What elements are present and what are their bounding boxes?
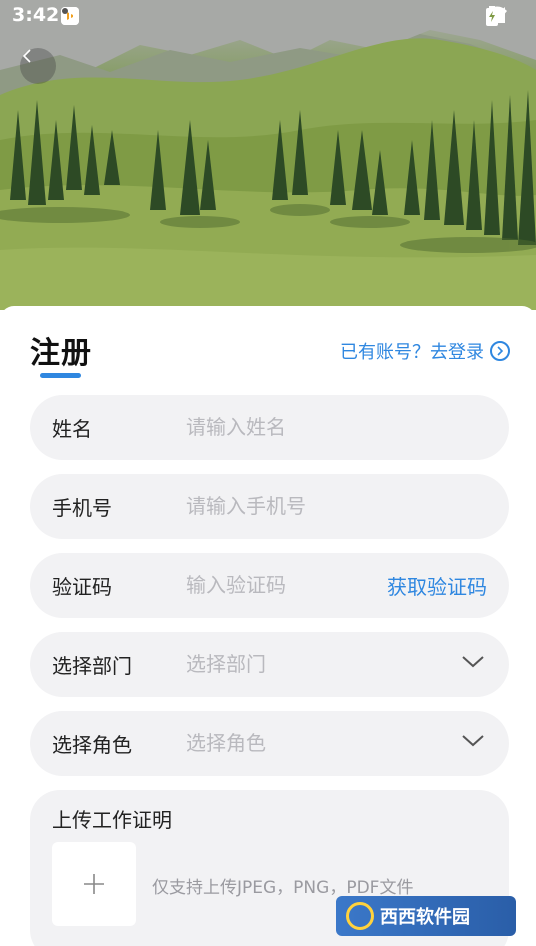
code-label: 验证码 — [52, 575, 112, 599]
landscape-illustration — [0, 0, 536, 310]
status-time: 3:42 — [12, 4, 60, 26]
page-title: 注册 — [30, 336, 92, 371]
phone-label: 手机号 — [52, 496, 112, 520]
role-input[interactable] — [186, 723, 386, 763]
name-input[interactable] — [186, 407, 386, 447]
role-label: 选择角色 — [52, 733, 132, 757]
chevron-down-icon — [462, 656, 484, 668]
watermark-logo: 西西软件园 — [336, 896, 516, 936]
department-select[interactable]: 选择部门 — [30, 632, 509, 697]
chevron-left-icon — [22, 49, 31, 63]
back-button[interactable] — [20, 48, 56, 84]
title-underline — [40, 373, 81, 378]
notification-icons — [60, 6, 192, 26]
upload-button[interactable] — [52, 842, 136, 926]
upload-hint: 仅支持上传JPEG，PNG，PDF文件 — [152, 878, 414, 898]
dot-icon — [62, 6, 192, 26]
watermark-c-icon — [346, 902, 374, 930]
app-icon-2 — [61, 6, 136, 26]
voice-wave-icon — [61, 6, 164, 26]
status-bar: 3:42 — [0, 0, 536, 32]
name-label: 姓名 — [52, 417, 92, 441]
phone-input[interactable] — [186, 486, 386, 526]
watermark-text: 西西软件园 — [380, 907, 470, 928]
role-select[interactable]: 选择角色 — [30, 711, 509, 776]
chevron-down-icon — [462, 735, 484, 747]
hero-landscape-image: 3:42 — [0, 0, 536, 310]
department-label: 选择部门 — [52, 654, 132, 678]
get-code-button[interactable]: 获取验证码 — [387, 571, 487, 600]
app-icon-1 — [61, 6, 108, 26]
go-login-link[interactable]: 已有账号？去登录 — [340, 338, 510, 364]
phone-field: 手机号 — [30, 474, 509, 539]
register-card: 注册 已有账号？去登录 姓名 手机号 验证码 获取验证码 选择部门 选择角色 — [0, 306, 536, 946]
plus-icon — [84, 874, 104, 894]
upload-title: 上传工作证明 — [52, 808, 172, 832]
code-input[interactable] — [186, 565, 366, 605]
name-field: 姓名 — [30, 395, 509, 460]
chevron-right-circle-icon — [490, 341, 510, 361]
department-input[interactable] — [186, 644, 386, 684]
verification-code-field: 验证码 获取验证码 — [30, 553, 509, 618]
go-login-label: 已有账号？去登录 — [340, 342, 484, 363]
